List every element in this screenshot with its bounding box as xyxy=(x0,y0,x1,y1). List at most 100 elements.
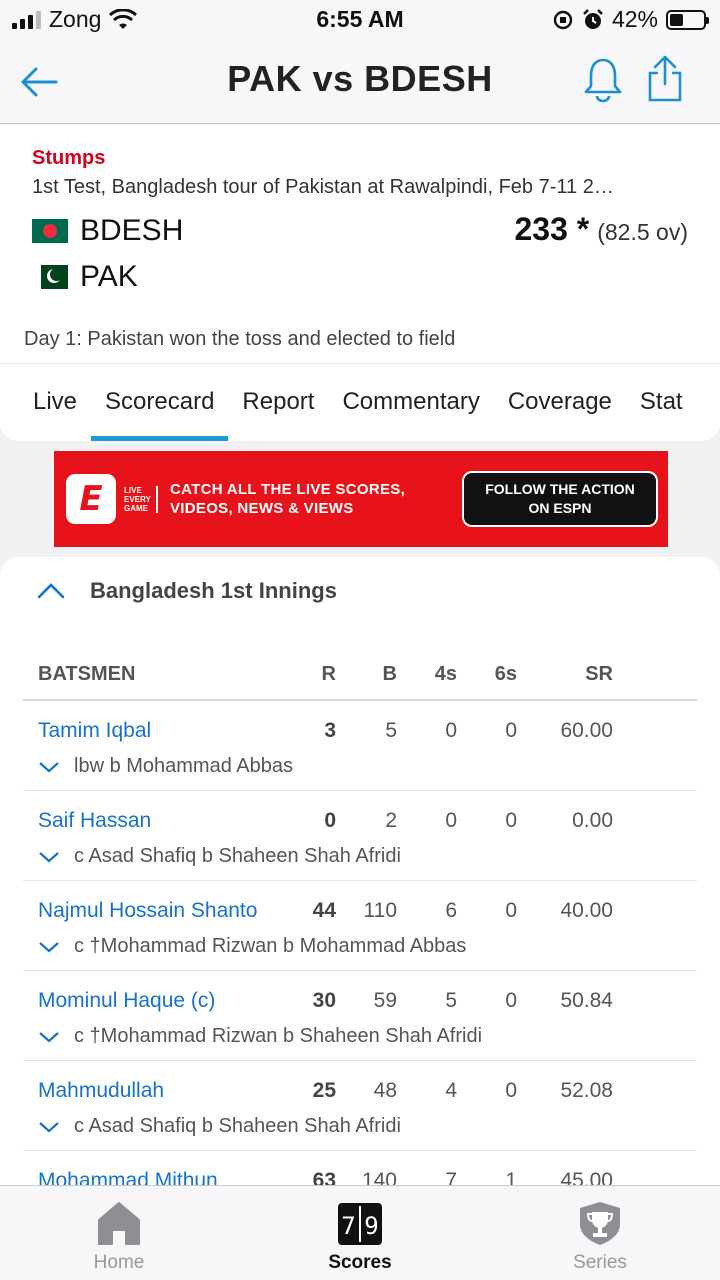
batsman-name[interactable]: Najmul Hossain Shanto xyxy=(38,899,257,923)
espn-ad-banner[interactable]: E LIVE EVERY GAME CATCH ALL THE LIVE SCO… xyxy=(54,451,668,547)
batsman-name[interactable]: Tamim Iqbal xyxy=(38,719,151,743)
alarm-icon xyxy=(583,8,603,29)
tab-scores-label: Scores xyxy=(328,1252,392,1273)
tab-series-label: Series xyxy=(573,1252,627,1273)
match-tabs: Live Scorecard Report Commentary Coverag… xyxy=(0,363,720,441)
batting-table: BATSMEN R B 4s 6s SR Tamim Iqbal 3 5 0 0… xyxy=(23,653,697,1192)
tab-home[interactable]: Home xyxy=(49,1198,189,1274)
table-row[interactable]: Mahmudullah 25 48 4 0 52.08 c Asad Shafi… xyxy=(23,1061,697,1151)
team-runs: 233 * xyxy=(514,211,590,247)
ad-headline: CATCH ALL THE LIVE SCORES, VIDEOS, NEWS … xyxy=(170,480,455,518)
batsman-fours: 4 xyxy=(445,1079,457,1102)
batsman-runs: 25 xyxy=(312,1079,336,1102)
batsman-sixes: 0 xyxy=(505,719,517,742)
tab-series[interactable]: Series xyxy=(530,1198,670,1274)
ad-headline-line1: CATCH ALL THE LIVE SCORES, xyxy=(170,481,406,498)
share-icon[interactable] xyxy=(644,54,686,104)
table-row[interactable]: Saif Hassan 0 2 0 0 0.00 c Asad Shafiq b… xyxy=(23,791,697,881)
orientation-lock-icon xyxy=(553,10,573,29)
pakistan-flag-icon xyxy=(32,265,68,289)
tab-scorecard[interactable]: Scorecard xyxy=(91,364,229,441)
batsman-strike-rate: 60.00 xyxy=(560,719,613,742)
dismissal[interactable]: c Asad Shafiq b Shaheen Shah Afridi xyxy=(38,845,401,868)
batsman-fours: 0 xyxy=(445,719,457,742)
ad-small-text: LIVE EVERY GAME xyxy=(124,485,158,513)
svg-text:9: 9 xyxy=(364,1212,378,1240)
batsman-balls: 2 xyxy=(385,809,397,832)
scoreboard-icon: 7 9 xyxy=(338,1203,382,1245)
batsman-runs: 0 xyxy=(324,809,336,832)
batsman-balls: 110 xyxy=(363,899,397,922)
innings-header[interactable]: Bangladesh 1st Innings xyxy=(36,571,337,611)
batsman-strike-rate: 0.00 xyxy=(572,809,613,832)
batsman-name[interactable]: Mominul Haque (c) xyxy=(38,989,215,1013)
header-runs: R xyxy=(321,663,336,685)
table-row[interactable]: Najmul Hossain Shanto 44 110 6 0 40.00 c… xyxy=(23,881,697,971)
svg-text:7: 7 xyxy=(341,1212,355,1240)
header-strike-rate: SR xyxy=(585,663,613,685)
chevron-down-icon xyxy=(39,1031,59,1042)
dismissal[interactable]: lbw b Mohammad Abbas xyxy=(38,755,293,778)
batsman-runs: 30 xyxy=(312,989,336,1012)
battery-icon xyxy=(666,9,709,30)
trophy-icon xyxy=(580,1202,620,1245)
home-icon xyxy=(98,1202,140,1245)
chevron-up-icon xyxy=(37,583,65,599)
bell-icon[interactable] xyxy=(582,56,624,104)
batsman-fours: 5 xyxy=(445,989,457,1012)
tab-live[interactable]: Live xyxy=(0,364,91,441)
batsman-strike-rate: 50.84 xyxy=(560,989,613,1012)
tab-scores[interactable]: 7 9 Scores xyxy=(290,1198,430,1274)
match-status: Stumps xyxy=(32,147,106,169)
team-name: PAK xyxy=(80,260,138,293)
dismissal-text: c †Mohammad Rizwan b Shaheen Shah Afridi xyxy=(74,1025,483,1047)
team-row-bangladesh[interactable]: BDESH 233 * (82.5 ov) xyxy=(32,211,692,251)
chevron-down-icon xyxy=(39,1121,59,1132)
chevron-down-icon xyxy=(39,761,59,772)
battery-percent: 42% xyxy=(611,6,658,32)
batsman-strike-rate: 52.08 xyxy=(560,1079,613,1102)
header-fours: 4s xyxy=(434,663,457,685)
batsman-fours: 6 xyxy=(445,899,457,922)
ad-headline-line2: VIDEOS, NEWS & VIEWS xyxy=(170,500,354,517)
dismissal[interactable]: c †Mohammad Rizwan b Shaheen Shah Afridi xyxy=(38,1025,482,1048)
tab-report[interactable]: Report xyxy=(228,364,328,441)
bangladesh-flag-icon xyxy=(32,219,68,243)
batsman-sixes: 0 xyxy=(505,989,517,1012)
batsman-sixes: 0 xyxy=(505,809,517,832)
tab-coverage[interactable]: Coverage xyxy=(494,364,626,441)
ad-cta-line2: ON ESPN xyxy=(528,500,592,516)
batsman-strike-rate: 40.00 xyxy=(560,899,613,922)
table-header: BATSMEN R B 4s 6s SR xyxy=(23,653,697,701)
table-row[interactable]: Mominul Haque (c) 30 59 5 0 50.84 c †Moh… xyxy=(23,971,697,1061)
status-bar: Zong 6:55 AM 42% xyxy=(0,0,720,40)
ad-cta-button[interactable]: FOLLOW THE ACTION ON ESPN xyxy=(462,471,658,527)
match-summary-card: Stumps 1st Test, Bangladesh tour of Paki… xyxy=(0,125,720,441)
dismissal-text: c Asad Shafiq b Shaheen Shah Afridi xyxy=(74,845,401,867)
header-balls: B xyxy=(382,663,397,685)
header-batsmen: BATSMEN xyxy=(38,663,136,685)
batsman-runs: 44 xyxy=(312,899,336,922)
batsman-sixes: 0 xyxy=(505,1079,517,1102)
batsman-name[interactable]: Saif Hassan xyxy=(38,809,151,833)
dismissal[interactable]: c †Mohammad Rizwan b Mohammad Abbas xyxy=(38,935,466,958)
innings-card: Bangladesh 1st Innings BATSMEN R B 4s 6s… xyxy=(0,557,720,1280)
batsman-sixes: 0 xyxy=(505,899,517,922)
batsman-name[interactable]: Mahmudullah xyxy=(38,1079,164,1103)
batsman-runs: 3 xyxy=(324,719,336,742)
tab-stats[interactable]: Stat xyxy=(626,364,697,441)
chevron-down-icon xyxy=(39,941,59,952)
tab-commentary[interactable]: Commentary xyxy=(328,364,493,441)
dismissal[interactable]: c Asad Shafiq b Shaheen Shah Afridi xyxy=(38,1115,401,1138)
navigation-bar: PAK vs BDESH xyxy=(0,40,720,124)
toss-note: Day 1: Pakistan won the toss and elected… xyxy=(24,328,456,350)
table-row[interactable]: Tamim Iqbal 3 5 0 0 60.00 lbw b Mohammad… xyxy=(23,701,697,791)
dismissal-text: lbw b Mohammad Abbas xyxy=(74,755,294,777)
team-row-pakistan[interactable]: PAK xyxy=(32,257,692,297)
dismissal-text: c †Mohammad Rizwan b Mohammad Abbas xyxy=(74,935,467,957)
bottom-tab-bar: Home 7 9 Scores Series xyxy=(0,1185,720,1280)
batsman-fours: 0 xyxy=(445,809,457,832)
ad-cta-line1: FOLLOW THE ACTION xyxy=(485,481,635,497)
tab-home-label: Home xyxy=(93,1252,145,1273)
series-info: 1st Test, Bangladesh tour of Pakistan at… xyxy=(32,176,614,198)
